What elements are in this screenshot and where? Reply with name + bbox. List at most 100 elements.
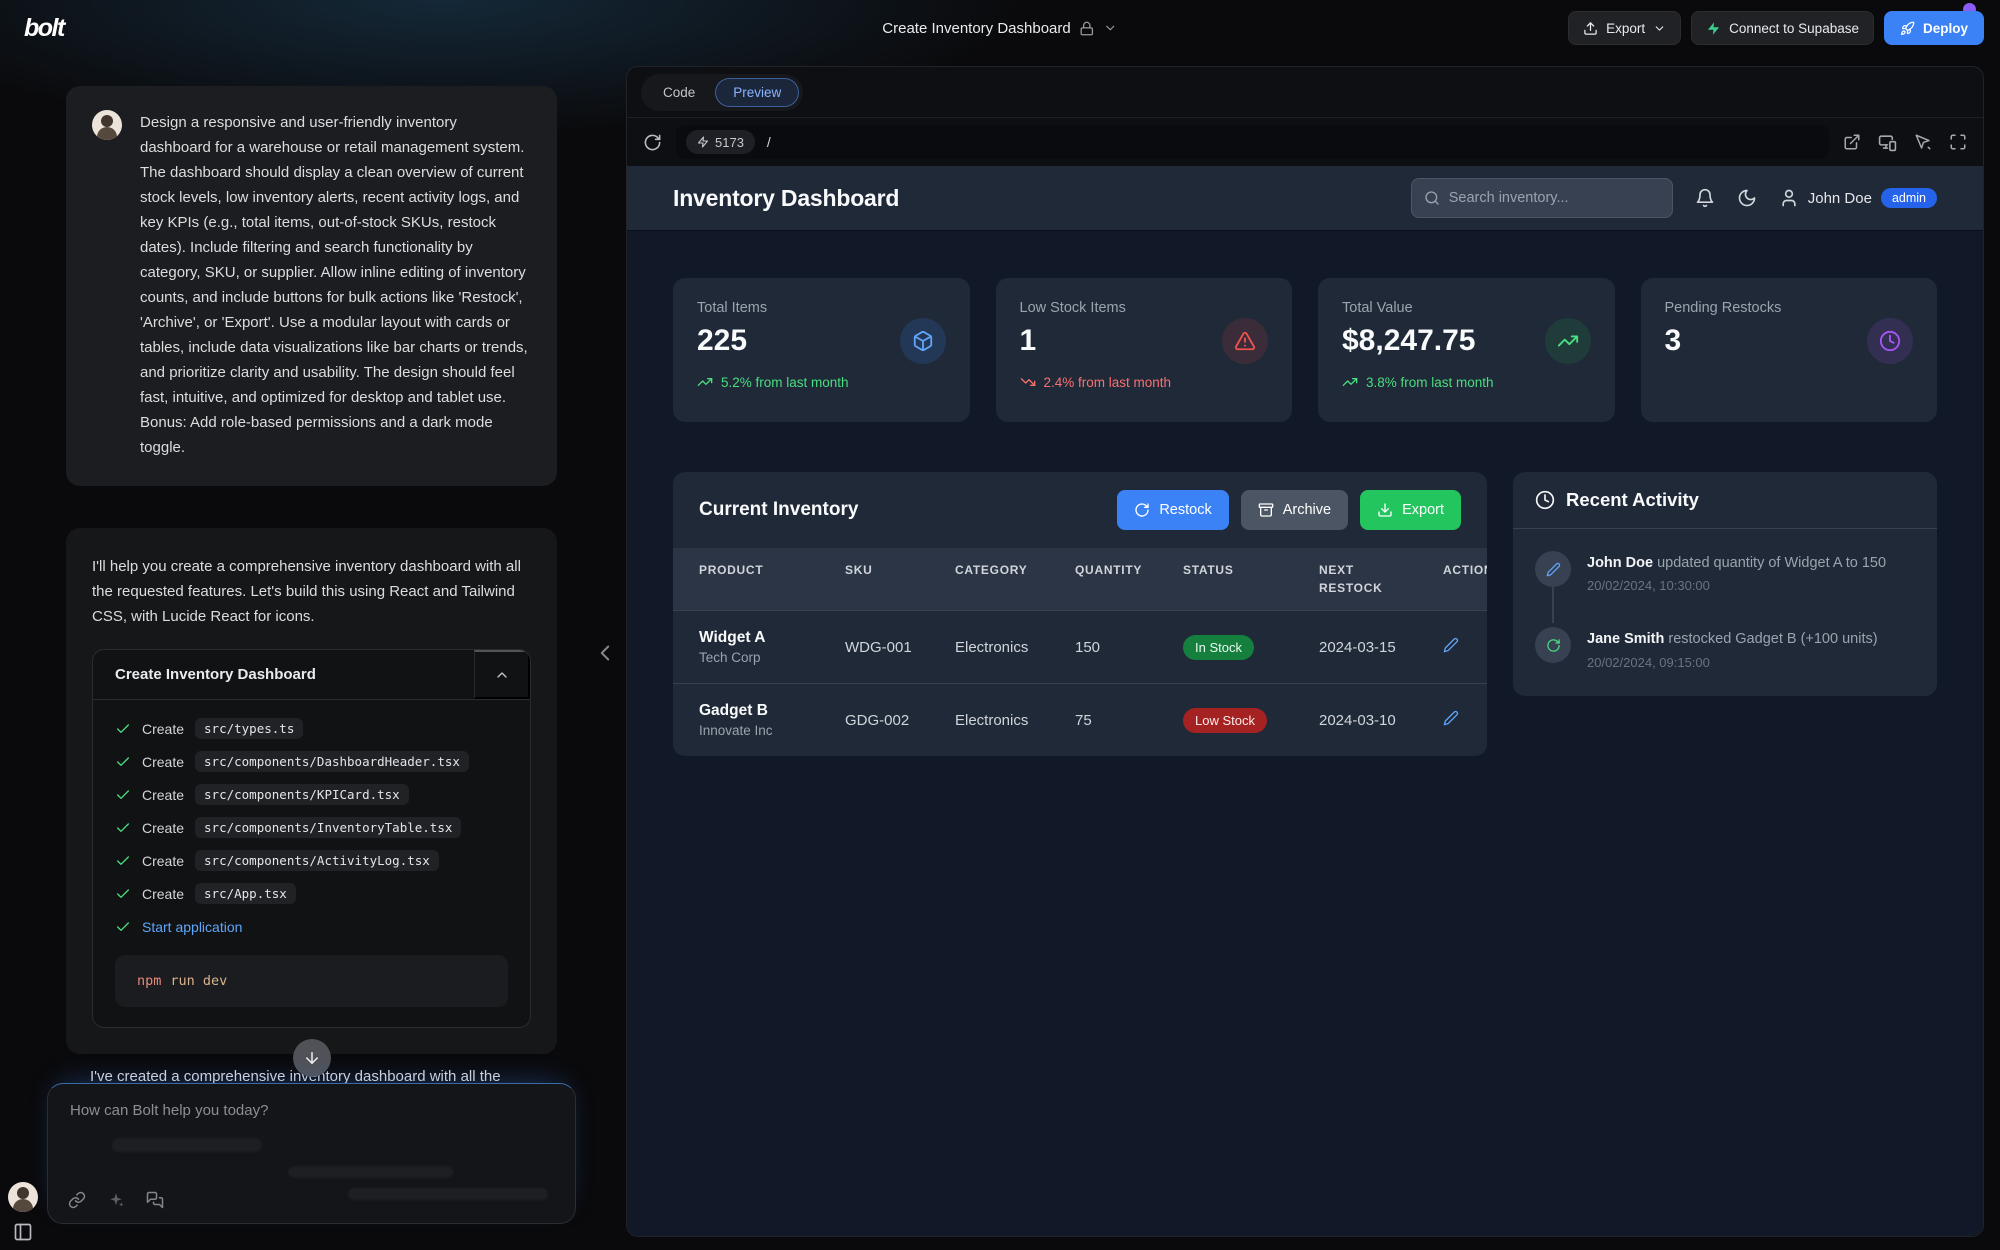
restock-button[interactable]: Restock — [1117, 490, 1228, 530]
redacted-text — [112, 1138, 262, 1152]
table-row: Gadget B Innovate Inc GDG-002 Electronic… — [673, 683, 1487, 756]
arrow-down-icon — [303, 1049, 321, 1067]
account-avatar[interactable] — [8, 1182, 38, 1212]
clock-icon — [1535, 490, 1555, 510]
export-button[interactable]: Export — [1568, 11, 1681, 45]
kpi-label: Total Items — [697, 300, 946, 316]
step-file-link[interactable]: src/components/InventoryTable.tsx — [195, 817, 461, 838]
step-file-link[interactable]: src/App.tsx — [195, 883, 296, 904]
step-file-link[interactable]: src/components/DashboardHeader.tsx — [195, 751, 469, 772]
clock-icon — [1867, 318, 1913, 364]
attach-link-icon[interactable] — [68, 1191, 86, 1209]
kpi-card-pending-restocks: Pending Restocks 3 — [1641, 278, 1938, 422]
command-args: run dev — [170, 973, 227, 989]
redacted-text — [288, 1166, 453, 1178]
archive-button[interactable]: Archive — [1241, 490, 1348, 530]
kpi-trend-text: 3.8% from last month — [1366, 375, 1494, 390]
step-action: Create — [142, 820, 184, 836]
timeline-connector — [1552, 587, 1554, 623]
responsive-devices-icon[interactable] — [1878, 133, 1897, 152]
app-title: Inventory Dashboard — [673, 185, 899, 212]
activity-action: updated quantity of Widget A to 150 — [1657, 555, 1886, 571]
step-file-link[interactable]: src/types.ts — [195, 718, 303, 739]
chat-input-placeholder[interactable]: How can Bolt help you today? — [48, 1084, 575, 1119]
reload-preview-icon[interactable] — [643, 133, 662, 152]
kpi-trend-text: 5.2% from last month — [721, 375, 849, 390]
activity-time: 20/02/2024, 10:30:00 — [1587, 578, 1886, 593]
kpi-trend-text: 2.4% from last month — [1044, 375, 1172, 390]
chat-input-box[interactable]: How can Bolt help you today? — [47, 1083, 576, 1224]
col-quantity: QUANTITY — [1049, 548, 1157, 610]
notifications-bell-icon[interactable] — [1695, 188, 1715, 208]
step-action: Create — [142, 886, 184, 902]
trending-up-icon — [1342, 374, 1358, 390]
assistant-message-card: I'll help you create a comprehensive inv… — [66, 528, 557, 1054]
step-action: Create — [142, 853, 184, 869]
step-action: Create — [142, 787, 184, 803]
step-action: Create — [142, 721, 184, 737]
step-file-link[interactable]: src/components/ActivityLog.tsx — [195, 850, 439, 871]
step-action: Create — [142, 754, 184, 770]
kpi-card-total-value: Total Value $8,247.75 3.8% from last mon… — [1318, 278, 1615, 422]
deploy-button[interactable]: Deploy — [1884, 11, 1984, 45]
check-icon — [115, 886, 131, 902]
preview-url-bar[interactable]: 5173 / — [676, 125, 1829, 159]
export-label: Export — [1402, 502, 1444, 518]
refresh-icon — [1546, 638, 1561, 653]
inspect-cursor-icon[interactable] — [1914, 133, 1932, 152]
workbench-step: Create src/components/KPICard.tsx — [115, 778, 508, 811]
discuss-mode-icon[interactable] — [146, 1191, 164, 1209]
role-badge: admin — [1881, 188, 1937, 208]
scroll-to-bottom-button[interactable] — [293, 1039, 331, 1077]
cell-category: Electronics — [929, 694, 1049, 747]
app-header: Inventory Dashboard John Doe admin — [627, 166, 1983, 230]
dev-server-icon — [697, 136, 709, 148]
check-icon — [115, 754, 131, 770]
edit-pencil-icon[interactable] — [1443, 710, 1459, 726]
export-csv-button[interactable]: Export — [1360, 490, 1461, 530]
recent-activity-card: Recent Activity John Doe updated quantit… — [1513, 472, 1937, 696]
workbench-collapse-button[interactable] — [474, 650, 530, 699]
cell-quantity[interactable]: 150 — [1049, 621, 1157, 674]
product-supplier: Innovate Inc — [699, 723, 813, 738]
inventory-search-box[interactable] — [1411, 178, 1673, 218]
tab-preview[interactable]: Preview — [715, 78, 799, 107]
download-icon — [1377, 502, 1393, 518]
port-badge[interactable]: 5173 — [686, 130, 755, 154]
sidebar-toggle-icon[interactable] — [13, 1222, 33, 1242]
check-icon — [115, 820, 131, 836]
trending-down-icon — [1020, 374, 1036, 390]
trending-up-icon — [1545, 318, 1591, 364]
user-menu[interactable]: John Doe admin — [1779, 188, 1937, 208]
col-status: STATUS — [1157, 548, 1293, 610]
bolt-logo[interactable]: bolt — [24, 14, 64, 43]
project-title-menu[interactable]: Create Inventory Dashboard — [882, 20, 1117, 37]
cell-quantity[interactable]: 75 — [1049, 694, 1157, 747]
product-name: Gadget B — [699, 702, 813, 720]
connect-supabase-button[interactable]: Connect to Supabase — [1691, 11, 1874, 45]
edit-pencil-icon[interactable] — [1443, 637, 1459, 653]
url-path: / — [767, 134, 771, 150]
open-in-new-tab-icon[interactable] — [1843, 133, 1861, 152]
tab-code[interactable]: Code — [645, 78, 713, 107]
status-badge: Low Stock — [1183, 708, 1267, 733]
fullscreen-icon[interactable] — [1949, 133, 1967, 152]
collapse-chat-chevron[interactable] — [592, 640, 618, 666]
dark-mode-toggle-icon[interactable] — [1737, 188, 1757, 208]
sparkles-icon[interactable] — [107, 1191, 125, 1209]
table-row: Widget A Tech Corp WDG-001 Electronics 1… — [673, 610, 1487, 683]
restock-label: Restock — [1159, 502, 1211, 518]
workbench-step: Create src/components/DashboardHeader.ts… — [115, 745, 508, 778]
project-title: Create Inventory Dashboard — [882, 20, 1070, 37]
inventory-search-input[interactable] — [1449, 190, 1660, 206]
search-icon — [1424, 190, 1440, 206]
activity-user: John Doe — [1587, 555, 1653, 571]
cell-next-restock: 2024-03-15 — [1293, 621, 1417, 674]
terminal-command-block: npmrun dev — [115, 955, 508, 1007]
start-application-link[interactable]: Start application — [142, 919, 242, 935]
refresh-icon — [1134, 502, 1150, 518]
activity-time: 20/02/2024, 09:15:00 — [1587, 655, 1878, 670]
step-file-link[interactable]: src/components/KPICard.tsx — [195, 784, 409, 805]
workbench-step: Create src/components/ActivityLog.tsx — [115, 844, 508, 877]
archive-label: Archive — [1283, 502, 1331, 518]
